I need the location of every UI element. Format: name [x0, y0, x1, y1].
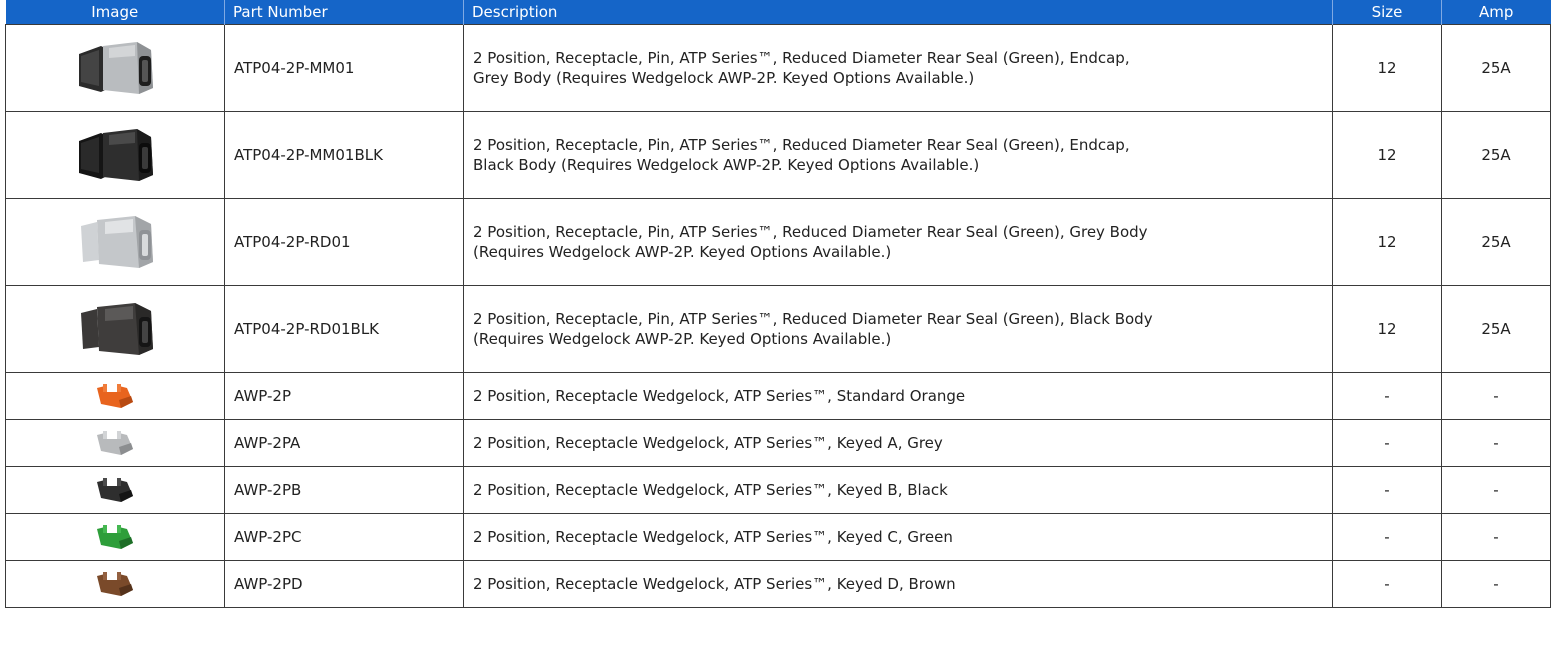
table-row: AWP-2PC 2 Position, Receptacle Wedgelock… [5, 513, 1551, 561]
size-cell: - [1332, 560, 1442, 608]
table-row: ATP04-2P-RD01BLK 2 Position, Receptacle,… [5, 285, 1551, 373]
column-header-size: Size [1332, 0, 1442, 25]
description-cell: 2 Position, Receptacle, Pin, ATP Series™… [463, 24, 1333, 112]
product-image-cell [5, 111, 225, 199]
product-image-cell [5, 466, 225, 514]
amp-cell: 25A [1441, 111, 1551, 199]
part-number-cell: AWP-2PA [224, 419, 464, 467]
description-line: (Requires Wedgelock AWP-2P. Keyed Option… [473, 330, 892, 348]
size-cell: 12 [1332, 198, 1442, 286]
size-cell: - [1332, 419, 1442, 467]
black-wedgelock-icon [97, 478, 133, 502]
description-cell: 2 Position, Receptacle Wedgelock, ATP Se… [463, 466, 1333, 514]
product-image-cell [5, 419, 225, 467]
description-line: Black Body (Requires Wedgelock AWP-2P. K… [473, 156, 980, 174]
parts-table: Image Part Number Description Size Amp A [5, 0, 1551, 608]
description-cell: 2 Position, Receptacle Wedgelock, ATP Se… [463, 513, 1333, 561]
table-row: AWP-2PA 2 Position, Receptacle Wedgelock… [5, 419, 1551, 467]
description-line: 2 Position, Receptacle, Pin, ATP Series™… [473, 310, 1153, 328]
amp-cell: - [1441, 466, 1551, 514]
black-connector-endcap-icon [79, 129, 153, 181]
description-cell: 2 Position, Receptacle Wedgelock, ATP Se… [463, 372, 1333, 420]
column-header-description: Description [463, 0, 1333, 25]
black-connector-icon [81, 303, 153, 355]
table-row: AWP-2PB 2 Position, Receptacle Wedgelock… [5, 466, 1551, 514]
description-cell: 2 Position, Receptacle Wedgelock, ATP Se… [463, 419, 1333, 467]
product-image-cell [5, 198, 225, 286]
amp-cell: - [1441, 560, 1551, 608]
grey-connector-icon [81, 216, 153, 268]
table-row: ATP04-2P-MM01 2 Position, Receptacle, Pi… [5, 24, 1551, 112]
column-header-amp: Amp [1441, 0, 1551, 25]
description-line: 2 Position, Receptacle Wedgelock, ATP Se… [473, 387, 966, 405]
amp-cell: - [1441, 513, 1551, 561]
amp-cell: - [1441, 419, 1551, 467]
amp-cell: 25A [1441, 285, 1551, 373]
product-image-cell [5, 513, 225, 561]
table-row: ATP04-2P-RD01 2 Position, Receptacle, Pi… [5, 198, 1551, 286]
part-number-cell: AWP-2PD [224, 560, 464, 608]
product-image-cell [5, 560, 225, 608]
description-line: 2 Position, Receptacle, Pin, ATP Series™… [473, 136, 1130, 154]
description-cell: 2 Position, Receptacle Wedgelock, ATP Se… [463, 560, 1333, 608]
size-cell: - [1332, 466, 1442, 514]
description-line: 2 Position, Receptacle, Pin, ATP Series™… [473, 223, 1148, 241]
grey-wedgelock-icon [97, 431, 133, 455]
table-row: AWP-2PD 2 Position, Receptacle Wedgelock… [5, 560, 1551, 608]
size-cell: - [1332, 372, 1442, 420]
size-cell: 12 [1332, 24, 1442, 112]
amp-cell: 25A [1441, 198, 1551, 286]
column-header-image: Image [5, 0, 225, 25]
description-line: 2 Position, Receptacle Wedgelock, ATP Se… [473, 575, 956, 593]
part-number-cell: AWP-2P [224, 372, 464, 420]
product-image-cell [5, 285, 225, 373]
part-number-cell: ATP04-2P-MM01 [224, 24, 464, 112]
amp-cell: - [1441, 372, 1551, 420]
part-number-cell: AWP-2PC [224, 513, 464, 561]
description-line: Grey Body (Requires Wedgelock AWP-2P. Ke… [473, 69, 975, 87]
part-number-cell: ATP04-2P-RD01 [224, 198, 464, 286]
description-line: (Requires Wedgelock AWP-2P. Keyed Option… [473, 243, 892, 261]
brown-wedgelock-icon [97, 572, 133, 596]
description-line: 2 Position, Receptacle, Pin, ATP Series™… [473, 49, 1130, 67]
amp-cell: 25A [1441, 24, 1551, 112]
column-header-part-number: Part Number [224, 0, 464, 25]
description-line: 2 Position, Receptacle Wedgelock, ATP Se… [473, 481, 948, 499]
orange-wedgelock-icon [97, 384, 133, 408]
size-cell: 12 [1332, 111, 1442, 199]
size-cell: - [1332, 513, 1442, 561]
description-line: 2 Position, Receptacle Wedgelock, ATP Se… [473, 434, 943, 452]
green-wedgelock-icon [97, 525, 133, 549]
part-number-cell: AWP-2PB [224, 466, 464, 514]
description-line: 2 Position, Receptacle Wedgelock, ATP Se… [473, 528, 953, 546]
product-image-cell [5, 372, 225, 420]
table-header-row: Image Part Number Description Size Amp [5, 0, 1551, 25]
size-cell: 12 [1332, 285, 1442, 373]
part-number-cell: ATP04-2P-MM01BLK [224, 111, 464, 199]
description-cell: 2 Position, Receptacle, Pin, ATP Series™… [463, 285, 1333, 373]
description-cell: 2 Position, Receptacle, Pin, ATP Series™… [463, 111, 1333, 199]
description-cell: 2 Position, Receptacle, Pin, ATP Series™… [463, 198, 1333, 286]
table-row: AWP-2P 2 Position, Receptacle Wedgelock,… [5, 372, 1551, 420]
table-row: ATP04-2P-MM01BLK 2 Position, Receptacle,… [5, 111, 1551, 199]
product-image-cell [5, 24, 225, 112]
grey-connector-endcap-icon [79, 42, 153, 94]
part-number-cell: ATP04-2P-RD01BLK [224, 285, 464, 373]
